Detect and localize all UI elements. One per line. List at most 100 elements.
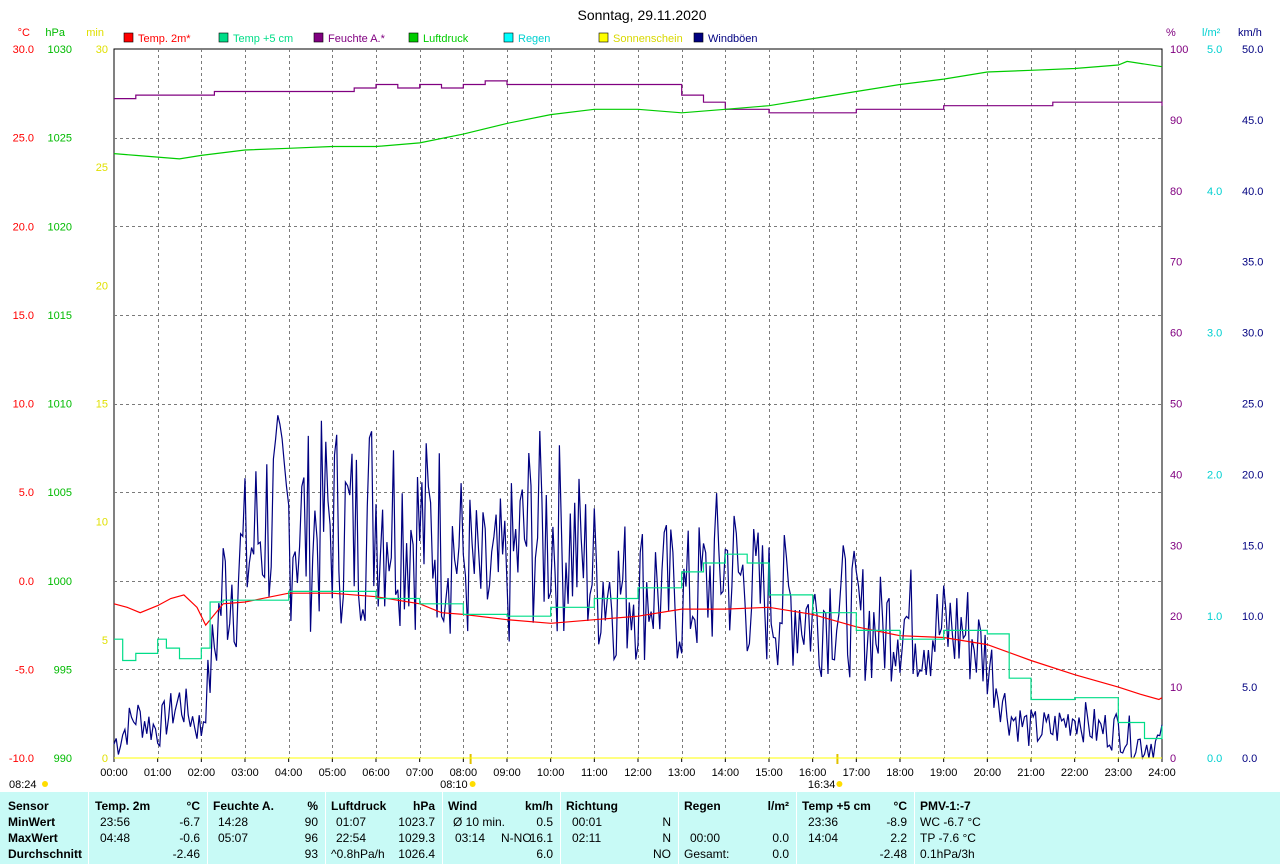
tick-label-humidity: 20: [1170, 611, 1182, 623]
tick-label-rain: 5.0: [1207, 44, 1222, 56]
x-tick-label: 13:00: [668, 767, 696, 779]
x-tick-label: 21:00: [1017, 767, 1045, 779]
wind-min-value: 0.5: [536, 815, 553, 829]
stats-row-min: MinWert: [8, 815, 56, 829]
tick-label-rain: 0.0: [1207, 753, 1222, 765]
pressure-avg: 1026.4: [398, 847, 435, 861]
tick-label-temp: 0.0: [19, 576, 34, 588]
tick-label-pressure: 1010: [48, 399, 72, 411]
pressure-unit: hPa: [412, 799, 435, 813]
x-tick-label: 22:00: [1061, 767, 1089, 779]
temp2m-max-time: 04:48: [100, 831, 131, 845]
legend-entry: Temp +5 cm: [233, 33, 293, 45]
direction-min-time: 00:01: [572, 815, 603, 829]
pmv-trend: 0.1hPa/3h: [920, 847, 975, 861]
tick-label-pressure: 1020: [48, 221, 72, 233]
tick-label-humidity: 40: [1170, 469, 1182, 481]
pressure-max-time: 22:54: [336, 831, 367, 845]
humidity-min-value: 90: [304, 815, 318, 829]
wind-head: Wind: [448, 799, 478, 813]
stats-row-max: MaxWert: [8, 831, 58, 845]
tick-label-humidity: 100: [1170, 44, 1188, 56]
sunset-label: 16:34: [808, 779, 836, 791]
rain-total-value: 0.0: [772, 847, 789, 861]
humidity-min-time: 14:28: [218, 815, 249, 829]
weather-chart: Sonntag, 29.11.2020 Temp. 2m* Temp +5 cm Fe…: [9, 7, 1264, 791]
tick-label-rain: 3.0: [1207, 328, 1222, 340]
direction-avg-dir: NO: [653, 847, 671, 861]
legend-swatch: [503, 32, 514, 43]
tick-label-pressure: 1000: [48, 576, 72, 588]
x-tick-label: 17:00: [843, 767, 871, 779]
legend-swatch: [218, 32, 229, 43]
tick-label-pressure: 1030: [48, 44, 72, 56]
tick-label-rain: 4.0: [1207, 186, 1222, 198]
x-tick-label: 19:00: [930, 767, 958, 779]
temp5cm-unit: °C: [893, 799, 907, 813]
x-tick-label: 05:00: [319, 767, 347, 779]
tick-label-wind: 40.0: [1242, 186, 1263, 198]
wind-max-time: 03:14: [455, 831, 486, 845]
tick-label-wind: 50.0: [1242, 44, 1263, 56]
x-tick-label: 12:00: [624, 767, 652, 779]
legend-swatch: [408, 32, 419, 43]
tick-label-temp: -5.0: [15, 664, 34, 676]
x-tick-label: 07:00: [406, 767, 434, 779]
pmv-head: PMV-1:-7: [920, 799, 971, 813]
tick-label-sunshine: 25: [96, 162, 108, 174]
tick-label-humidity: 30: [1170, 540, 1182, 552]
pmv-dewpoint: TP -7.6 °C: [920, 831, 976, 845]
tick-label-pressure: 1025: [48, 133, 72, 145]
temp5cm-max-time: 14:04: [808, 831, 839, 845]
tick-label-temp: 15.0: [13, 310, 34, 322]
tick-label-humidity: 50: [1170, 399, 1182, 411]
tick-label-sunshine: 20: [96, 280, 108, 292]
x-tick-label: 14:00: [712, 767, 740, 779]
temp2m-avg: -2.46: [172, 847, 200, 861]
axis-unit-temp: °C: [18, 27, 30, 39]
x-tick-label: 10:00: [537, 767, 565, 779]
tick-label-humidity: 10: [1170, 682, 1182, 694]
x-tick-label: 16:00: [799, 767, 827, 779]
tick-label-pressure: 995: [54, 664, 72, 676]
pmv-windchill: WC -6.7 °C: [920, 815, 981, 829]
tick-label-wind: 10.0: [1242, 611, 1263, 623]
humidity-head: Feuchte A.: [213, 799, 274, 813]
x-tick-label: 20:00: [974, 767, 1002, 779]
wind-unit: km/h: [524, 799, 553, 813]
rain-unit: l/m²: [767, 799, 789, 813]
x-tick-label: 11:00: [581, 767, 608, 779]
humidity-avg: 93: [304, 847, 318, 861]
tick-label-wind: 35.0: [1242, 257, 1263, 269]
axis-unit-sunshine: min: [86, 27, 104, 39]
humidity-unit: %: [307, 799, 318, 813]
rain-max-time: 00:00: [690, 831, 721, 845]
x-tick-label: 18:00: [886, 767, 914, 779]
legend-entry: Temp. 2m*: [138, 33, 191, 45]
temp5cm-min-value: -8.9: [886, 815, 907, 829]
x-tick-label: 15:00: [755, 767, 783, 779]
sun-icon: [836, 781, 843, 787]
wind-avg: 6.0: [536, 847, 553, 861]
legend-entry: Sonnenschein: [613, 33, 683, 45]
tick-label-humidity: 80: [1170, 186, 1182, 198]
pressure-max-value: 1029.3: [398, 831, 435, 845]
direction-max-dir: N: [662, 831, 671, 845]
tick-label-temp: 25.0: [13, 133, 34, 145]
rain-head: Regen: [684, 799, 721, 813]
temp2m-min-value: -6.7: [179, 815, 200, 829]
tick-label-sunshine: 30: [96, 44, 108, 56]
axis-unit-wind: km/h: [1238, 27, 1262, 39]
pressure-head: Luftdruck: [331, 799, 387, 813]
tick-label-humidity: 0: [1170, 753, 1176, 765]
x-tick-label: 02:00: [188, 767, 216, 779]
x-tick-label: 08:00: [450, 767, 478, 779]
x-tick-label: 03:00: [231, 767, 259, 779]
tick-label-sunshine: 10: [96, 517, 108, 529]
direction-max-time: 02:11: [572, 831, 602, 845]
x-tick-label: 23:00: [1105, 767, 1133, 779]
x-tick-label: 04:00: [275, 767, 303, 779]
rain-max-value: 0.0: [772, 831, 789, 845]
legend-entry: Windböen: [708, 33, 758, 45]
x-tick-label: 09:00: [493, 767, 521, 779]
